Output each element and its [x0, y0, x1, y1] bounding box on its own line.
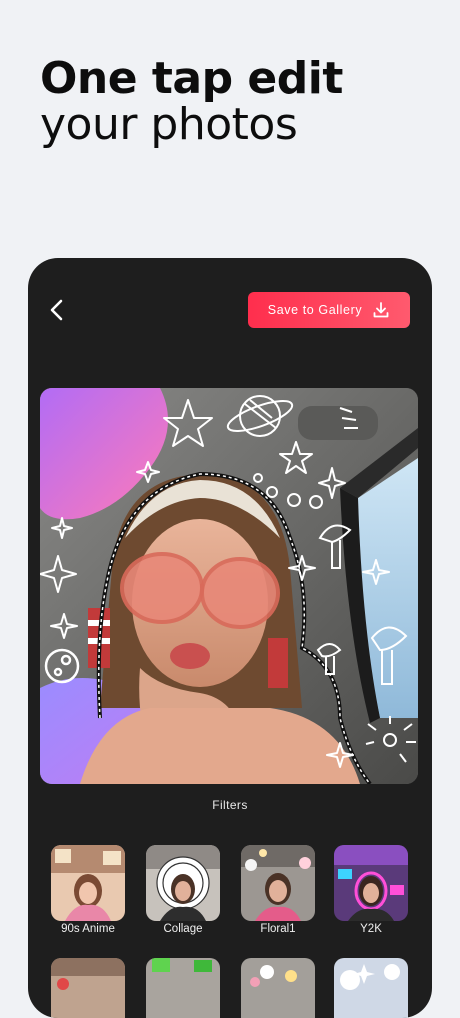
back-button[interactable] — [46, 298, 70, 322]
filter-preview-image — [146, 845, 220, 921]
filter-label-collage: Collage — [163, 923, 203, 935]
filter-thumb-row2-1[interactable] — [51, 958, 125, 1018]
filter-preview-image — [334, 845, 408, 921]
filter-thumb-row2-3[interactable] — [241, 958, 315, 1018]
filter-preview-image — [241, 845, 315, 921]
filter-label-90s-anime: 90s Anime — [61, 923, 115, 935]
filter-preview-image — [146, 958, 220, 1018]
headline: One tap edit your photos — [40, 56, 343, 148]
filter-thumb-y2k[interactable] — [334, 845, 408, 921]
filters-title: Filters — [212, 798, 248, 812]
filter-thumb-collage[interactable] — [146, 845, 220, 921]
filter-thumb-row2-2[interactable] — [146, 958, 220, 1018]
photo-artwork — [40, 388, 418, 784]
filter-thumb-row2-4[interactable] — [334, 958, 408, 1018]
filter-preview-image — [334, 958, 408, 1018]
filter-label-y2k: Y2K — [360, 923, 382, 935]
save-to-gallery-button[interactable]: Save to Gallery — [248, 292, 410, 328]
edited-photo-preview[interactable] — [40, 388, 418, 784]
save-to-gallery-label: Save to Gallery — [267, 303, 363, 317]
headline-line-2: your photos — [40, 99, 298, 150]
download-icon — [373, 302, 389, 318]
filter-preview-image — [241, 958, 315, 1018]
filter-preview-image — [51, 958, 125, 1018]
chevron-left-icon — [50, 299, 63, 321]
filter-preview-image — [51, 845, 125, 921]
phone-mockup: Save to Gallery Filters 90s Anime Collag… — [28, 258, 432, 1018]
headline-line-1: One tap edit — [40, 53, 343, 104]
filter-thumb-floral1[interactable] — [241, 845, 315, 921]
filter-label-floral1: Floral1 — [260, 923, 296, 935]
filter-thumb-90s-anime[interactable] — [51, 845, 125, 921]
